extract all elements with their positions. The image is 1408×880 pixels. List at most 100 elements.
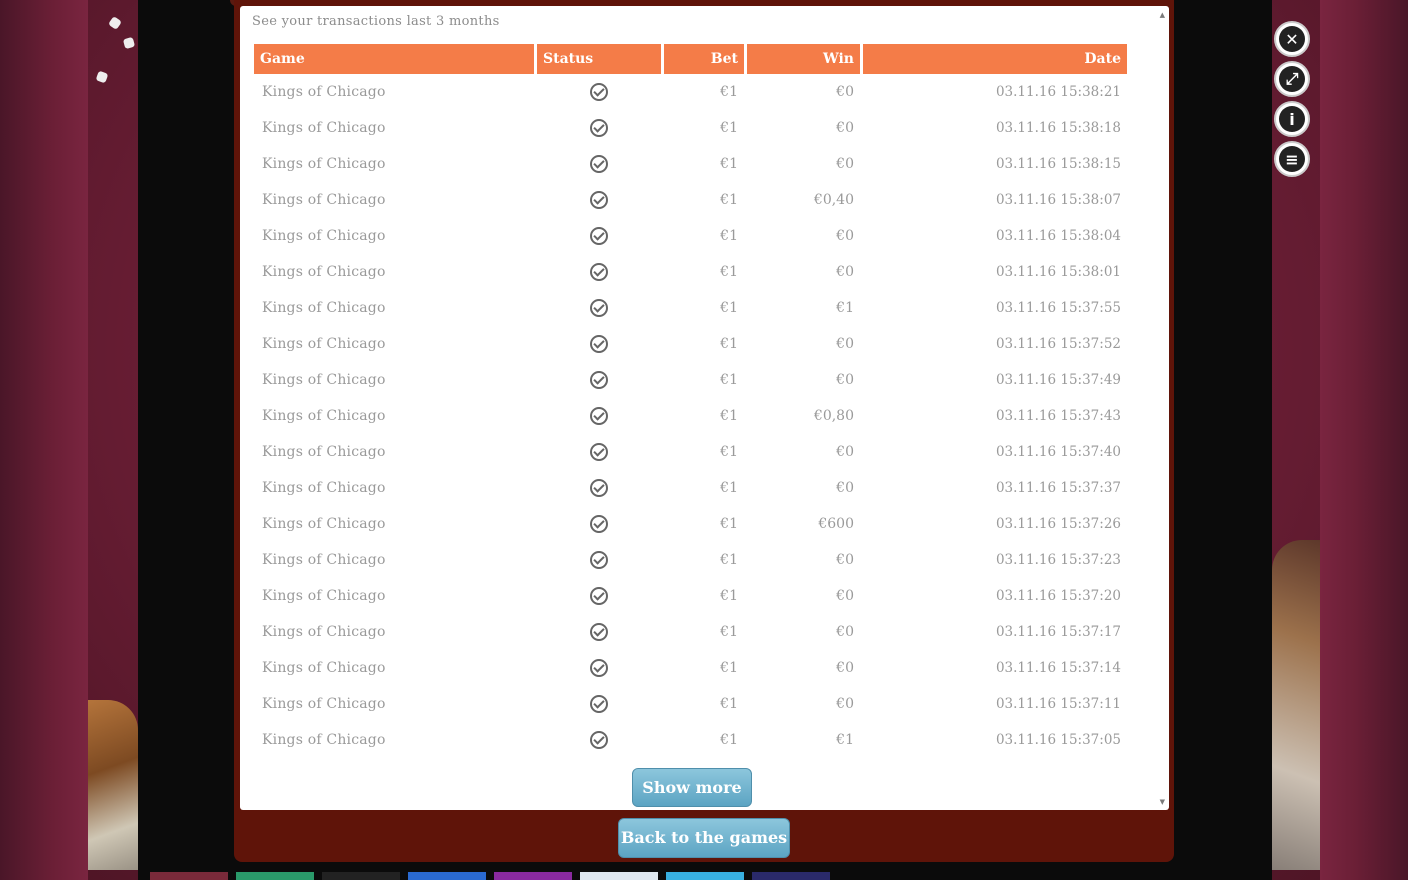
table-row: Kings of Chicago €1 €1 03.11.16 15:37:05 <box>254 722 1127 758</box>
cell-status <box>537 623 661 641</box>
cell-game: Kings of Chicago <box>262 444 386 460</box>
scroll-up-arrow[interactable]: ▲ <box>1160 11 1165 19</box>
cell-win: €0 <box>836 624 854 640</box>
info-icon: i <box>1279 106 1305 132</box>
cell-date: 03.11.16 15:37:14 <box>995 660 1121 676</box>
cell-bet: €1 <box>720 264 738 280</box>
check-circle-icon <box>590 371 608 389</box>
table-row: Kings of Chicago €1 €0 03.11.16 15:37:17 <box>254 614 1127 650</box>
cell-status <box>537 299 661 317</box>
cell-game: Kings of Chicago <box>262 120 386 136</box>
cell-game: Kings of Chicago <box>262 552 386 568</box>
cell-bet: €1 <box>720 588 738 604</box>
cell-status <box>537 407 661 425</box>
cell-bet: €1 <box>720 408 738 424</box>
cell-date: 03.11.16 15:37:49 <box>995 372 1121 388</box>
transactions-panel[interactable]: See your transactions last 3 months ▲ Ga… <box>240 6 1169 810</box>
cell-date: 03.11.16 15:37:05 <box>995 732 1121 748</box>
table-row: Kings of Chicago €1 €0 03.11.16 15:37:52 <box>254 326 1127 362</box>
cell-date: 03.11.16 15:37:11 <box>995 696 1121 712</box>
cell-win: €0 <box>836 444 854 460</box>
table-row: Kings of Chicago €1 €0 03.11.16 15:38:15 <box>254 146 1127 182</box>
cell-status <box>537 371 661 389</box>
cell-date: 03.11.16 15:38:07 <box>995 192 1121 208</box>
table-body: Kings of Chicago €1 €0 03.11.16 15:38:21 Kin… <box>254 74 1127 758</box>
cell-win: €0 <box>836 588 854 604</box>
cell-game: Kings of Chicago <box>262 264 386 280</box>
check-circle-icon <box>590 227 608 245</box>
coins-icon: ≡ <box>1279 146 1305 172</box>
cell-status <box>537 335 661 353</box>
background-right <box>1320 0 1408 880</box>
cell-status <box>537 191 661 209</box>
cell-status <box>537 263 661 281</box>
fullscreen-button[interactable]: ⤢ <box>1274 61 1310 97</box>
scroll-down-arrow[interactable]: ▼ <box>1160 798 1165 806</box>
cell-date: 03.11.16 15:38:15 <box>995 156 1121 172</box>
history-button[interactable]: ≡ <box>1274 141 1310 177</box>
transactions-table: Game Status Bet Win Date Kings of Chicag… <box>254 44 1127 758</box>
cell-status <box>537 443 661 461</box>
cell-win: €0 <box>836 660 854 676</box>
table-row: Kings of Chicago €1 €1 03.11.16 15:37:55 <box>254 290 1127 326</box>
cell-status <box>537 83 661 101</box>
cell-game: Kings of Chicago <box>262 660 386 676</box>
cell-status <box>537 479 661 497</box>
close-button[interactable]: ✕ <box>1274 21 1310 57</box>
cell-status <box>537 587 661 605</box>
table-row: Kings of Chicago €1 €0 03.11.16 15:37:49 <box>254 362 1127 398</box>
cell-status <box>537 659 661 677</box>
cell-bet: €1 <box>720 660 738 676</box>
cell-bet: €1 <box>720 732 738 748</box>
check-circle-icon <box>590 731 608 749</box>
table-row: Kings of Chicago €1 €0 03.11.16 15:37:23 <box>254 542 1127 578</box>
check-circle-icon <box>590 515 608 533</box>
fullscreen-icon: ⤢ <box>1279 66 1305 92</box>
cell-win: €0,80 <box>813 408 854 424</box>
table-row: Kings of Chicago €1 €0 03.11.16 15:37:37 <box>254 470 1127 506</box>
cell-bet: €1 <box>720 480 738 496</box>
cell-win: €0 <box>836 156 854 172</box>
close-icon: ✕ <box>1279 26 1305 52</box>
cell-date: 03.11.16 15:38:21 <box>995 84 1121 100</box>
check-circle-icon <box>590 155 608 173</box>
cell-bet: €1 <box>720 228 738 244</box>
cell-status <box>537 731 661 749</box>
cell-game: Kings of Chicago <box>262 192 386 208</box>
cell-win: €0 <box>836 228 854 244</box>
cell-date: 03.11.16 15:37:17 <box>995 624 1121 640</box>
cell-bet: €1 <box>720 624 738 640</box>
cell-status <box>537 695 661 713</box>
cell-game: Kings of Chicago <box>262 156 386 172</box>
cell-game: Kings of Chicago <box>262 480 386 496</box>
column-header-status: Status <box>537 44 661 74</box>
cell-bet: €1 <box>720 84 738 100</box>
cell-win: €1 <box>836 732 854 748</box>
table-row: Kings of Chicago €1 €600 03.11.16 15:37:26 <box>254 506 1127 542</box>
check-circle-icon <box>590 299 608 317</box>
cell-win: €0 <box>836 336 854 352</box>
check-circle-icon <box>590 191 608 209</box>
table-row: Kings of Chicago €1 €0 03.11.16 15:38:04 <box>254 218 1127 254</box>
cell-status <box>537 551 661 569</box>
back-to-games-button[interactable]: Back to the games <box>618 818 790 858</box>
cell-win: €0,40 <box>813 192 854 208</box>
cell-date: 03.11.16 15:37:43 <box>995 408 1121 424</box>
column-header-game: Game <box>254 44 534 74</box>
check-circle-icon <box>590 83 608 101</box>
cell-date: 03.11.16 15:37:26 <box>995 516 1121 532</box>
check-circle-icon <box>590 551 608 569</box>
table-row: Kings of Chicago €1 €0 03.11.16 15:37:11 <box>254 686 1127 722</box>
check-circle-icon <box>590 695 608 713</box>
table-row: Kings of Chicago €1 €0 03.11.16 15:38:21 <box>254 74 1127 110</box>
cell-date: 03.11.16 15:38:18 <box>995 120 1121 136</box>
check-circle-icon <box>590 623 608 641</box>
check-circle-icon <box>590 119 608 137</box>
cell-game: Kings of Chicago <box>262 696 386 712</box>
background-left <box>0 0 88 880</box>
info-button[interactable]: i <box>1274 101 1310 137</box>
cell-win: €0 <box>836 84 854 100</box>
cell-date: 03.11.16 15:37:23 <box>995 552 1121 568</box>
cell-bet: €1 <box>720 192 738 208</box>
show-more-button[interactable]: Show more <box>632 768 752 807</box>
